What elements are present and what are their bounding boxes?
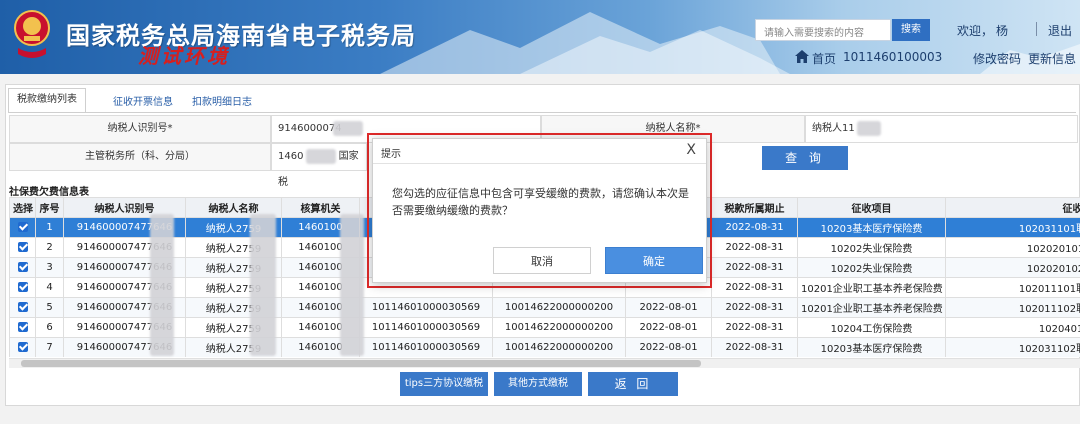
confirm-dialog: 提示 X 您勾选的应征信息中包含可享受缓缴的费款，请您确认本次是否需要缴纳缓缴的… xyxy=(372,138,707,283)
dialog-header: 提示 X xyxy=(373,139,706,164)
dialog-message: 您勾选的应征信息中包含可享受缓缴的费款，请您确认本次是否需要缴纳缓缴的费款？ xyxy=(392,187,689,217)
dialog-title: 提示 xyxy=(381,149,401,160)
cancel-button[interactable]: 取消 xyxy=(493,247,591,274)
confirm-button[interactable]: 确定 xyxy=(605,247,703,274)
close-icon[interactable]: X xyxy=(686,142,696,158)
